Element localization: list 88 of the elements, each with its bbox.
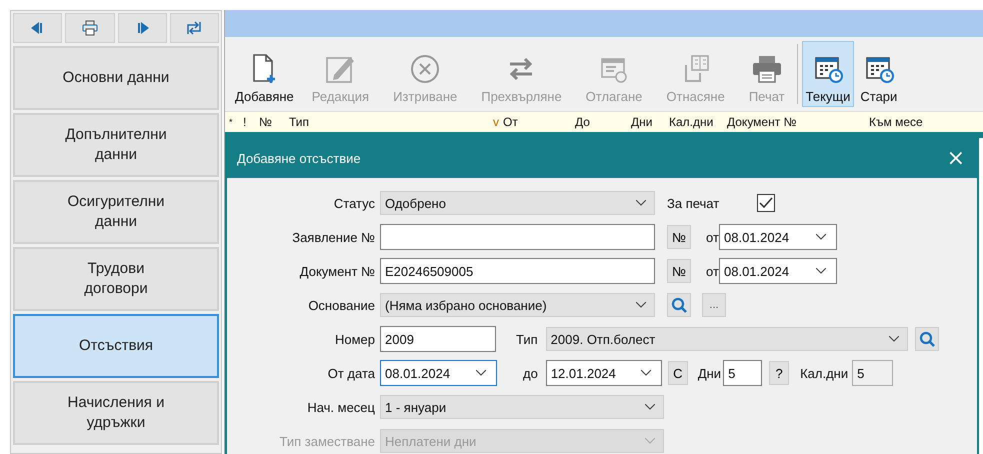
sidebar-item[interactable]: Начисления и удръжки [13,381,219,445]
number-button[interactable]: № [667,259,691,283]
refresh-button[interactable] [170,13,219,43]
field-label: Заявление № [291,230,376,244]
toolbar-button[interactable]: Стари [856,41,902,107]
column-header[interactable]: Кал.дни [665,115,723,129]
sort-indicator: v [493,115,499,129]
print-button[interactable] [65,13,114,43]
status-dropdown[interactable]: Одобрено [380,191,655,215]
close-button[interactable]: × [942,146,969,170]
column-label: Към месе [869,115,923,129]
sidebar-item[interactable]: Допълнителни данни [13,113,219,177]
text-field[interactable] [380,224,655,250]
column-label: Документ № [727,115,796,129]
next-button[interactable] [118,13,167,43]
column-label: Дни [631,115,652,129]
column-header[interactable]: Дни [627,115,665,129]
sidebar-item[interactable]: Осигурителни данни [13,180,219,244]
column-label: До [575,115,590,129]
previous-button[interactable] [13,13,62,43]
text-field[interactable]: E20246509005 [380,258,655,284]
date-field[interactable]: 08.01.2024 [380,360,497,386]
more-button[interactable]: ... [702,293,726,317]
chevron-icon [816,268,826,274]
column-label: От [503,115,518,129]
delete-icon [409,53,442,85]
calendar-days-field[interactable]: 5 [852,360,894,386]
field-label: Тип заместване [278,434,376,448]
field-label: От дата [326,366,376,380]
chevron-icon [816,234,826,240]
field-label: от [706,264,719,278]
field-label: Нач. месец [306,400,376,414]
days-field[interactable]: 5 [723,360,762,386]
date-field[interactable]: 12.01.2024 [546,360,662,386]
basis-dropdown[interactable]: (Няма избрано основание) [380,293,655,317]
field-label: Статус [332,196,376,210]
field-label: Основание [307,298,376,312]
dropdown[interactable]: 1 - януари [380,395,664,419]
type-dropdown[interactable]: 2009. Отп.болест [546,327,908,351]
field-label: Дни [698,366,722,380]
search-icon [671,297,687,313]
column-header[interactable]: Към месе [865,115,939,129]
printer-icon [750,53,783,85]
printer-icon [82,20,98,36]
column-header[interactable]: v От [489,115,571,129]
chevron-icon [636,302,646,308]
column-header[interactable]: До [571,115,627,129]
toolbar-button[interactable]: Добавяне [231,41,298,107]
column-header[interactable]: Документ № [723,115,865,129]
checkbox[interactable] [757,194,776,212]
field-label: Тип [516,332,538,346]
field-label: до [523,366,538,380]
column-label: № [259,115,272,129]
date-field[interactable]: 08.01.2024 [719,224,837,250]
column-header[interactable]: Тип [285,115,489,129]
chevron-icon [476,370,486,376]
search-button[interactable] [667,293,691,317]
field-label: За печат [667,196,720,210]
column-label: * [229,117,233,127]
column-label: Тип [289,115,310,129]
column-label: Кал.дни [669,115,714,129]
help-button[interactable]: ? [769,361,790,385]
column-header[interactable]: ! [239,115,255,129]
new-document-icon [251,53,278,85]
column-label: ! [243,115,246,129]
column-header[interactable]: № [255,115,285,129]
chevron-icon [640,370,651,376]
field-label: Номер [334,332,376,346]
sidebar-item[interactable]: Отсъствия [13,314,219,378]
chevron-icon [636,200,646,206]
dialog-title: Добавяне отсъствие [237,150,361,166]
calculate-button[interactable]: C [668,361,688,385]
search-icon [918,331,935,347]
toolbar-button[interactable]: Текущи [802,41,854,107]
sidebar-item[interactable]: Трудови договори [13,247,219,311]
column-header[interactable]: * [225,117,239,127]
date-field[interactable]: 08.01.2024 [719,258,837,284]
sidebar-item[interactable]: Основни данни [13,46,219,110]
chevron-icon [645,438,655,444]
field-label: Документ № [298,264,376,278]
field-label: от [706,230,719,244]
field-label: Кал.дни [800,366,848,380]
swap-arrows-icon [186,21,202,35]
number-button[interactable]: № [667,225,691,249]
search-button[interactable] [914,327,939,351]
chevron-icon [645,404,655,410]
chevron-icon [888,336,899,342]
number-field[interactable]: 2009 [380,326,496,352]
